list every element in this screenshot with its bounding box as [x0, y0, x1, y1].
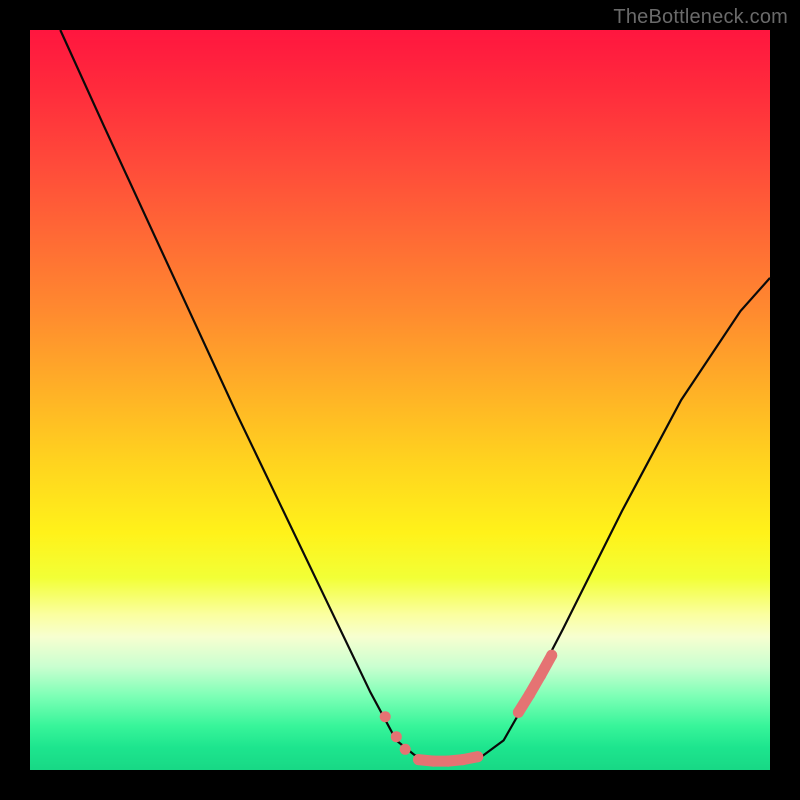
marker-dot: [413, 754, 424, 765]
left-marker-group: [380, 711, 411, 755]
marker-dot: [428, 756, 439, 767]
marker-dot: [380, 711, 391, 722]
main-curve: [60, 30, 770, 761]
watermark-text: TheBottleneck.com: [613, 6, 788, 29]
curve-layer: [30, 30, 770, 770]
marker-dot: [546, 650, 557, 661]
trough-marker-group: [413, 751, 483, 766]
right-marker-group: [513, 650, 557, 718]
marker-dot: [524, 689, 535, 700]
plot-area: [30, 30, 770, 770]
marker-dot: [400, 744, 411, 755]
marker-dot: [535, 670, 546, 681]
marker-dot: [443, 756, 454, 767]
marker-dot: [513, 707, 524, 718]
marker-dot: [457, 754, 468, 765]
marker-dot: [472, 751, 483, 762]
marker-dot: [391, 731, 402, 742]
chart-frame: TheBottleneck.com: [0, 0, 800, 800]
